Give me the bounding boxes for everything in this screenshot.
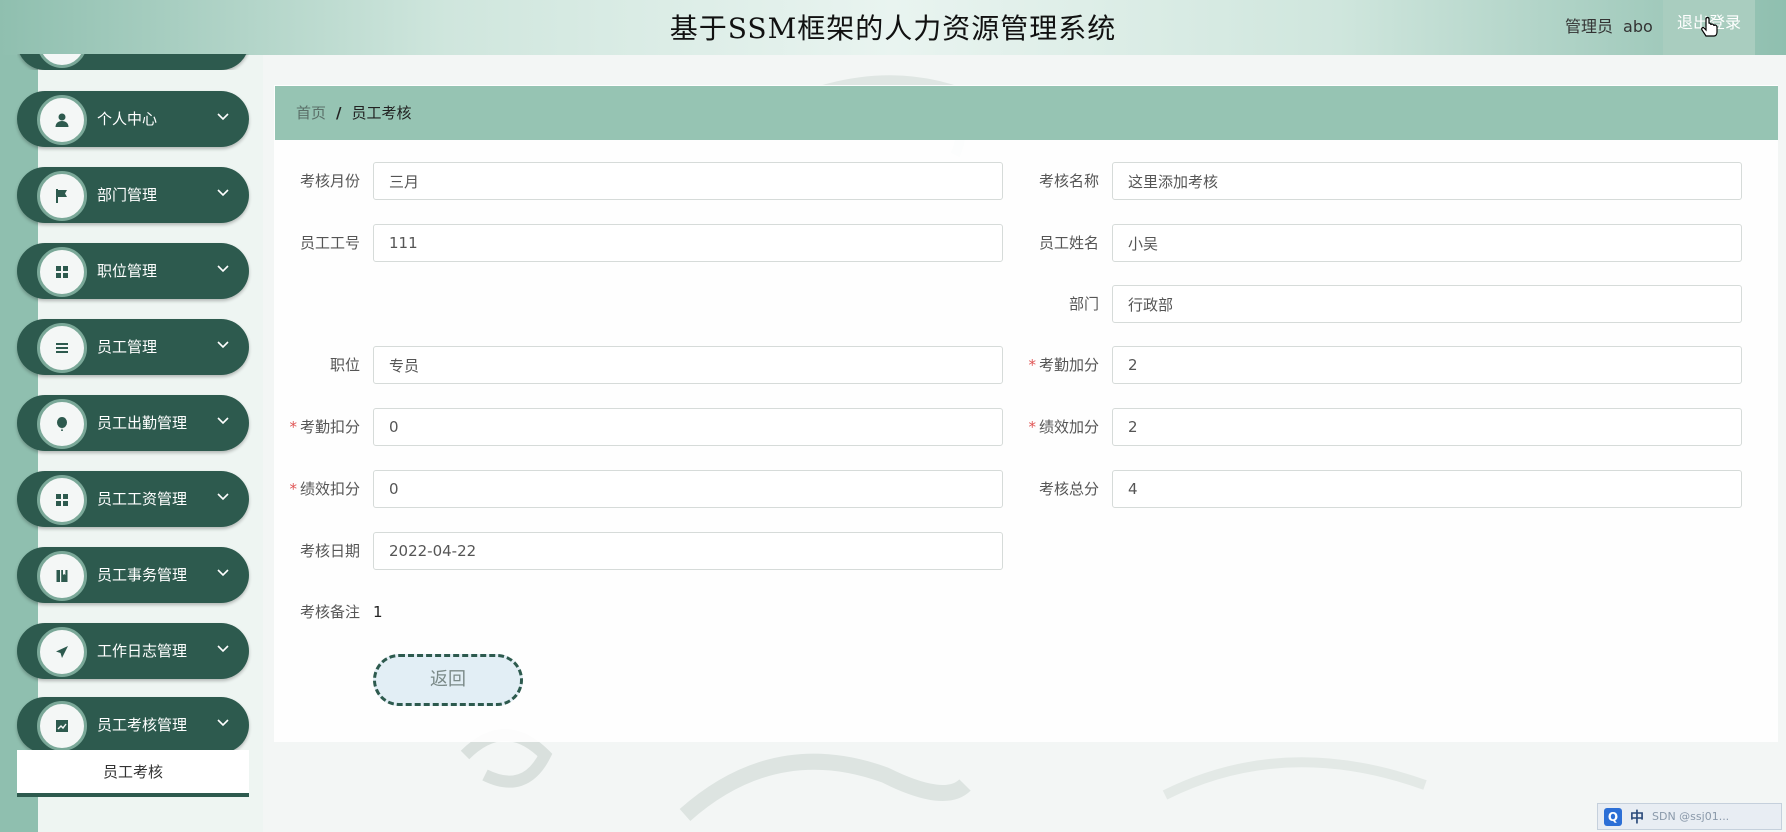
flag-icon	[37, 171, 87, 221]
remark-label: 考核备注	[299, 603, 360, 621]
department-label: 部门	[1068, 295, 1099, 313]
sidebar-item-label: 个人中心	[97, 110, 158, 128]
chevron-down-icon	[217, 493, 229, 501]
book-icon	[37, 551, 87, 601]
breadcrumb-home[interactable]: 首页	[296, 104, 326, 122]
page-title: 基于SSM框架的人力资源管理系统	[669, 12, 1117, 45]
assessment-name-input[interactable]	[1112, 162, 1742, 200]
month-label: 考核月份	[299, 172, 360, 190]
remark-value: 1	[373, 603, 383, 621]
position-input[interactable]	[373, 346, 1003, 384]
submenu-item-assessment[interactable]: 员工考核	[17, 750, 249, 797]
mouse-cursor-icon	[1701, 16, 1718, 37]
sidebar-item-label: 员工管理	[97, 338, 158, 356]
chevron-down-icon	[217, 189, 229, 197]
position-label: 职位	[329, 356, 360, 374]
grid-icon	[37, 247, 87, 297]
grid-icon	[37, 475, 87, 525]
breadcrumb-separator: /	[336, 104, 342, 122]
employee-name-input[interactable]	[1112, 224, 1742, 262]
paper-plane-icon	[37, 627, 87, 677]
required-mark: *	[289, 418, 297, 436]
sidebar-item-label: 员工出勤管理	[97, 414, 188, 432]
sidebar-item-label: 员工考核管理	[97, 716, 188, 734]
sidebar-item-label: 员工工资管理	[97, 490, 188, 508]
sidebar-item-worklog[interactable]: 工作日志管理	[17, 623, 249, 679]
sidebar-item-position[interactable]: 职位管理	[17, 243, 249, 299]
sidebar-item-salary[interactable]: 员工工资管理	[17, 471, 249, 527]
chevron-down-icon	[217, 645, 229, 653]
sidebar-item-label: 工作日志管理	[97, 642, 188, 660]
department-input[interactable]	[1112, 285, 1742, 323]
total-score-label: 考核总分	[1038, 480, 1099, 498]
performance-plus-label: * 绩效加分	[1028, 418, 1099, 436]
balloon-icon	[37, 399, 87, 449]
assessment-name-label: 考核名称	[1038, 172, 1099, 190]
performance-minus-label: * 绩效扣分	[289, 480, 360, 498]
chevron-down-icon	[217, 417, 229, 425]
top-header: 基于SSM框架的人力资源管理系统 管理员abo 退出登录	[0, 0, 1786, 55]
ime-language-toggle[interactable]: 中	[1630, 807, 1644, 827]
list-icon	[37, 323, 87, 373]
required-mark: *	[1028, 356, 1036, 374]
attendance-minus-label: * 考勤扣分	[289, 418, 360, 436]
ime-toolbar: Q 中 SDN @ssj01...	[1597, 803, 1782, 830]
sidebar-item-attendance[interactable]: 员工出勤管理	[17, 395, 249, 451]
watermark-text: SDN @ssj01...	[1652, 810, 1730, 823]
employee-no-label: 员工工号	[299, 234, 360, 252]
attendance-plus-label: * 考勤加分	[1028, 356, 1099, 374]
required-mark: *	[1028, 418, 1036, 436]
sidebar-item-label: 职位管理	[97, 262, 158, 280]
chevron-down-icon	[217, 341, 229, 349]
sidebar-item-profile[interactable]: 个人中心	[17, 91, 249, 147]
performance-plus-input[interactable]	[1112, 408, 1742, 446]
chevron-down-icon	[217, 113, 229, 121]
chevron-down-icon	[217, 265, 229, 273]
person-icon	[37, 95, 87, 145]
sidebar-item-assessment[interactable]: 员工考核管理	[17, 697, 249, 753]
sidebar-item-hidden[interactable]	[17, 54, 249, 70]
sidebar-item-label: 员工事务管理	[97, 566, 188, 584]
employee-no-input[interactable]	[373, 224, 1003, 262]
performance-minus-input[interactable]	[373, 470, 1003, 508]
sidebar: 个人中心 部门管理 职位管理 员工管理 员工出勤管理 员工工资管理 员工事务管理…	[0, 0, 265, 832]
required-mark: *	[289, 480, 297, 498]
employee-name-label: 员工姓名	[1038, 234, 1099, 252]
chevron-down-icon	[217, 719, 229, 727]
attendance-plus-input[interactable]	[1112, 346, 1742, 384]
assessment-date-input[interactable]	[373, 532, 1003, 570]
breadcrumb: 首页 / 员工考核	[275, 86, 1778, 140]
attendance-minus-input[interactable]	[373, 408, 1003, 446]
ime-logo-icon[interactable]: Q	[1604, 807, 1622, 826]
sidebar-item-department[interactable]: 部门管理	[17, 167, 249, 223]
breadcrumb-current: 员工考核	[351, 104, 412, 122]
back-button[interactable]: 返回	[373, 654, 523, 706]
assessment-date-label: 考核日期	[299, 542, 360, 560]
menu-icon-circle	[37, 54, 87, 68]
chart-icon	[37, 701, 87, 751]
total-score-input[interactable]	[1112, 470, 1742, 508]
user-role: 管理员	[1565, 17, 1614, 36]
chevron-down-icon	[217, 569, 229, 577]
month-input[interactable]	[373, 162, 1003, 200]
user-info: 管理员 abo	[1565, 13, 1653, 37]
username: abo	[1623, 17, 1653, 36]
sidebar-item-employee[interactable]: 员工管理	[17, 319, 249, 375]
sidebar-item-affairs[interactable]: 员工事务管理	[17, 547, 249, 603]
sidebar-item-label: 部门管理	[97, 186, 158, 204]
